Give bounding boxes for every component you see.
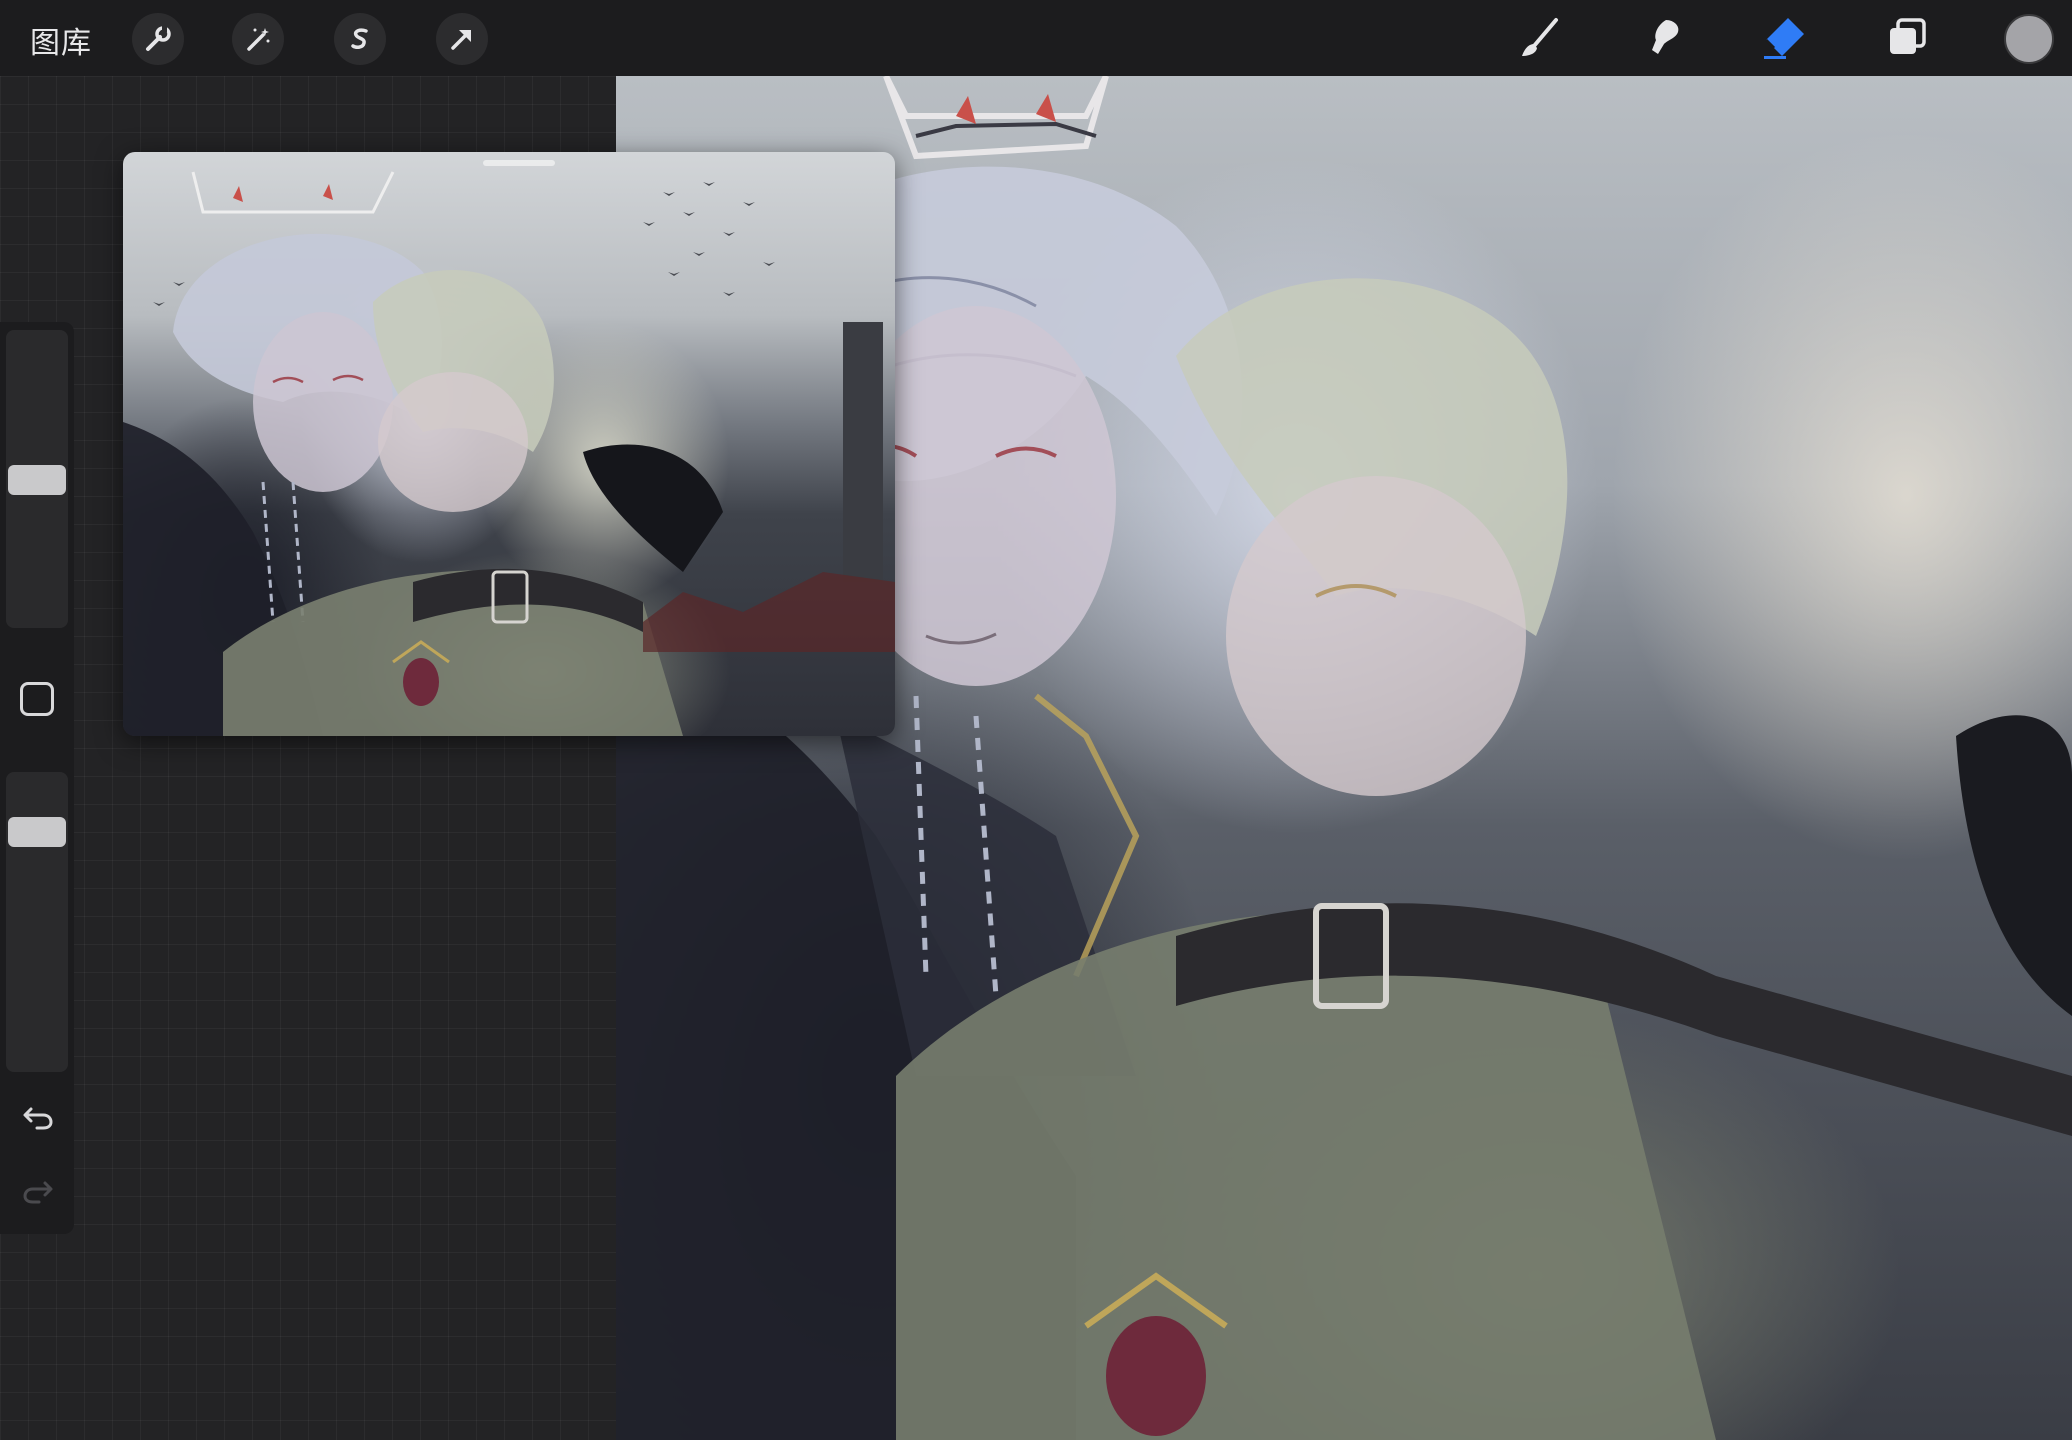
reference-artwork (123, 171, 895, 736)
wrench-icon[interactable] (132, 13, 184, 65)
smudge-icon[interactable] (1634, 10, 1690, 66)
undo-icon[interactable] (18, 1096, 58, 1136)
top-toolbar: 图库 (0, 0, 2072, 76)
redo-icon[interactable] (18, 1170, 58, 1210)
brush-icon[interactable] (1512, 10, 1568, 66)
opacity-thumb[interactable] (8, 817, 66, 847)
gallery-button[interactable]: 图库 (30, 18, 92, 62)
selection-s-icon[interactable] (334, 13, 386, 65)
left-sidebar (0, 322, 74, 1234)
reference-window-handle[interactable] (483, 160, 555, 166)
magic-wand-icon[interactable] (232, 13, 284, 65)
reference-window[interactable] (123, 152, 895, 736)
modify-square-button[interactable] (20, 682, 54, 716)
eraser-icon[interactable] (1756, 10, 1812, 66)
color-picker-swatch[interactable] (2004, 14, 2054, 64)
transform-arrow-icon[interactable] (436, 13, 488, 65)
layers-icon[interactable] (1878, 10, 1934, 66)
brush-size-thumb[interactable] (8, 465, 66, 495)
